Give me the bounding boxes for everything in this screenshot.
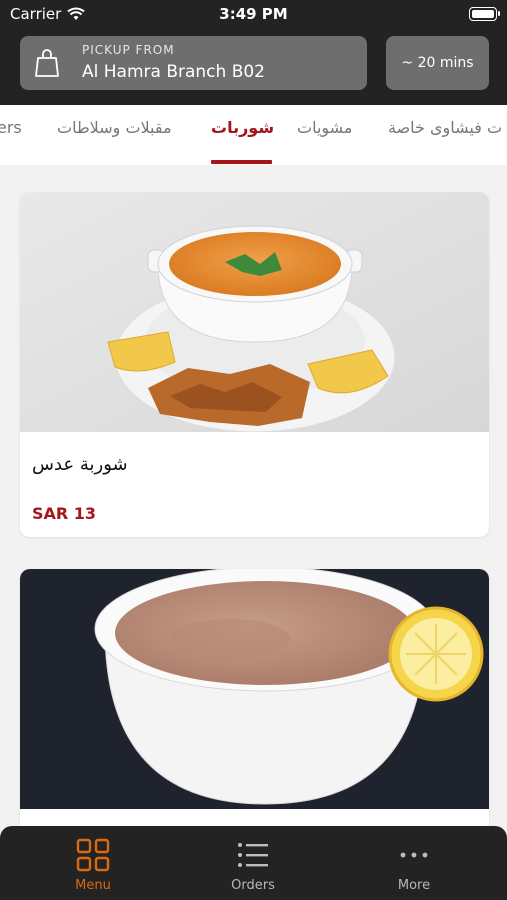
menu-item-name: شوربة عدس — [32, 454, 128, 475]
menu-list: شوربة عدس SAR 13 — [0, 165, 507, 900]
menu-item-card[interactable]: شوربة عدس SAR 13 — [20, 192, 489, 537]
tab-more-label: More — [397, 878, 431, 893]
tab-more[interactable]: More — [364, 838, 464, 893]
menu-item-price: SAR 13 — [32, 504, 97, 523]
grid-icon — [76, 838, 110, 872]
tab-cut-left[interactable]: ers — [0, 118, 22, 137]
status-bar: Carrier 3:49 PM — [0, 0, 507, 30]
battery-icon — [469, 7, 500, 21]
tab-menu[interactable]: Menu — [43, 838, 143, 893]
lentil-soup-photo — [20, 192, 489, 432]
app-header: Carrier 3:49 PM PICKUP FROM Al Hamra Bra… — [0, 0, 507, 105]
list-icon — [238, 843, 268, 867]
tab-soups[interactable]: شوربات — [211, 118, 274, 137]
tab-appetizers-salads[interactable]: مقبلات وسلاطات — [57, 118, 172, 137]
pickup-branch-name: Al Hamra Branch B02 — [82, 62, 265, 82]
category-tabs: ers مقبلات وسلاطات شوربات مشويات ت فيشاو… — [0, 105, 507, 165]
tab-menu-label: Menu — [75, 878, 111, 893]
eta-button[interactable]: ~ 20 mins — [386, 36, 489, 90]
more-dots-icon — [400, 852, 428, 858]
tab-orders[interactable]: Orders — [203, 838, 303, 893]
tab-fishawy-specials[interactable]: ت فيشاوى خاصة — [388, 118, 502, 137]
status-time: 3:49 PM — [219, 5, 288, 23]
tab-orders-label: Orders — [231, 878, 275, 893]
tab-grills[interactable]: مشويات — [297, 118, 353, 137]
pickup-branch-selector[interactable]: PICKUP FROM Al Hamra Branch B02 — [20, 36, 367, 90]
bottom-tab-bar: Menu Orders More — [0, 826, 507, 900]
active-tab-indicator — [211, 160, 272, 164]
pickup-label: PICKUP FROM — [82, 43, 175, 57]
shopping-bag-icon — [35, 49, 59, 77]
orzo-soup-photo — [20, 569, 489, 809]
